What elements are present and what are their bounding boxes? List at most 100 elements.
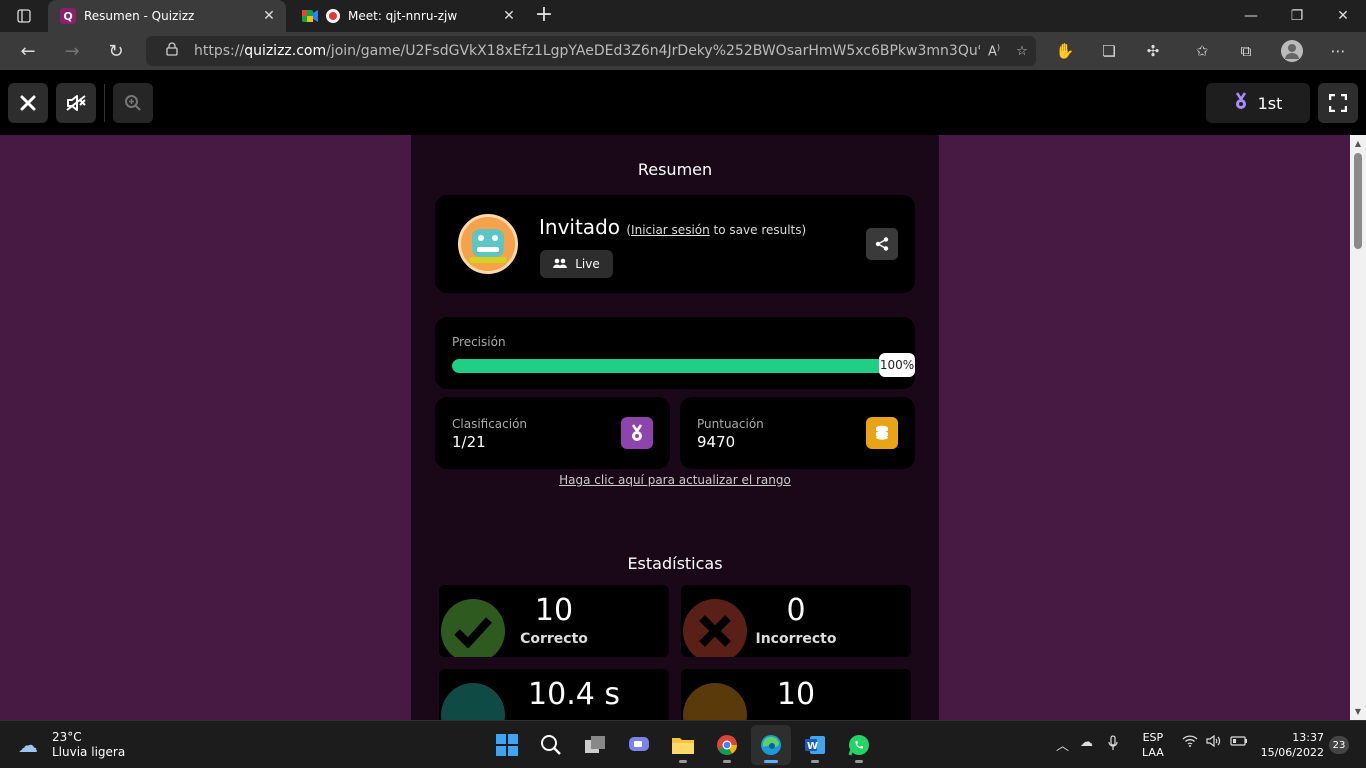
accuracy-card: Precisión 100% [435, 317, 915, 389]
start-icon[interactable] [487, 725, 527, 765]
search-icon[interactable] [531, 725, 571, 765]
share-icon [875, 237, 889, 251]
wifi-icon[interactable] [1182, 735, 1198, 751]
more-menu-icon[interactable]: ⋯ [1325, 39, 1351, 63]
read-aloud-icon[interactable]: A) [980, 43, 1008, 59]
accuracy-bar [452, 359, 899, 373]
tab-quizizz[interactable]: Q Resumen - Quizizz ✕ [48, 0, 286, 32]
login-prompt: (Iniciar sesión to save results) [626, 223, 807, 237]
word-icon[interactable]: W [795, 725, 835, 765]
rank-title: Clasificación [452, 417, 528, 431]
stat-label: Correcto [520, 631, 588, 647]
whatsapp-icon[interactable] [839, 725, 879, 765]
volume-icon[interactable] [1206, 734, 1222, 751]
meet-favicon-icon [302, 8, 318, 24]
chrome-icon[interactable] [707, 725, 747, 765]
tab-meet[interactable]: Meet: qjt-nnru-zjw ✕ [290, 0, 526, 32]
tab-actions-icon[interactable] [10, 6, 38, 26]
accuracy-value: 100% [879, 353, 915, 377]
score-title: Puntuación [697, 417, 764, 431]
close-quiz-button[interactable] [8, 83, 48, 123]
avatar [458, 214, 518, 274]
rain-cloud-icon: ☁ [18, 733, 38, 757]
collections-icon[interactable]: ⧉ [1233, 39, 1259, 63]
show-hidden-icons[interactable]: ︿ [1056, 735, 1069, 754]
group-icon [553, 258, 568, 271]
summary-title: Resumen [637, 160, 713, 179]
scroll-thumb[interactable] [1354, 153, 1362, 249]
stat-value: 10.4 s [528, 677, 620, 712]
player-card: Invitado (Iniciar sesión to save results… [435, 195, 915, 293]
scroll-up-icon[interactable]: ▲ [1350, 139, 1366, 148]
score-card: Puntuación 9470 [680, 397, 915, 469]
refresh-icon[interactable]: ↻ [102, 38, 130, 64]
scroll-down-icon[interactable]: ▼ [1350, 707, 1366, 716]
extension-hand-icon[interactable]: ✋ [1052, 39, 1078, 63]
share-button[interactable] [866, 228, 898, 260]
lock-icon[interactable] [162, 42, 182, 60]
close-window-icon[interactable]: ✕ [1320, 0, 1366, 32]
stat-label: Incorrecto [755, 631, 837, 647]
cross-icon [683, 599, 747, 657]
tab-close-icon[interactable]: ✕ [500, 8, 518, 24]
clock-time: 13:37 [1292, 731, 1324, 744]
fullscreen-icon[interactable] [1318, 83, 1358, 123]
profile-avatar-icon[interactable] [1279, 39, 1305, 63]
minimize-icon[interactable]: — [1228, 0, 1274, 32]
tab-close-icon[interactable]: ✕ [260, 8, 278, 24]
stat-value: 10 [776, 677, 816, 712]
medal-icon [1234, 92, 1248, 114]
weather-widget[interactable]: ☁ 23°C Lluvia ligera [18, 730, 125, 760]
task-view-icon[interactable] [575, 725, 615, 765]
mode-label: Live [575, 257, 600, 271]
recording-icon [326, 9, 340, 23]
browser-nav-bar: ← → ↻ https://quizizz.com/join/game/U2Fs… [0, 32, 1366, 70]
battery-icon[interactable] [1230, 735, 1248, 750]
login-link[interactable]: Iniciar sesión [631, 223, 710, 237]
teams-chat-icon[interactable] [619, 725, 659, 765]
summary-panel: Resumen Invitado (Iniciar sesión to save… [411, 135, 939, 720]
accuracy-label: Precisión [452, 335, 506, 349]
extensions-puzzle-icon[interactable]: ✣ [1140, 39, 1166, 63]
stat-value: 0 [786, 593, 806, 628]
flame-icon [683, 683, 747, 720]
stat-time: 10.4 s [439, 669, 669, 720]
address-bar[interactable]: https://quizizz.com/join/game/U2FsdGVkX1… [146, 36, 1036, 66]
score-value: 9470 [697, 433, 736, 451]
quiz-top-bar: 1st [0, 70, 1366, 135]
add-favorite-icon[interactable]: ☆ [1008, 44, 1036, 59]
forward-icon[interactable]: → [58, 38, 86, 64]
rank-card: Clasificación 1/21 [435, 397, 670, 469]
zoom-icon[interactable] [113, 83, 153, 123]
rank-label: 1st [1257, 93, 1283, 113]
stopwatch-icon [441, 683, 505, 720]
toolbar-divider [104, 84, 105, 122]
player-name: Invitado [539, 215, 620, 239]
page-scrollbar[interactable]: ▲ ▼ [1350, 135, 1366, 720]
notification-badge[interactable]: 23 [1329, 736, 1349, 754]
edge-icon[interactable] [751, 725, 791, 765]
stat-value: 10 [534, 593, 574, 628]
coins-icon [866, 417, 898, 449]
microphone-icon[interactable] [1108, 735, 1118, 755]
clock-date: 15/06/2022 [1260, 746, 1324, 759]
rank-value: 1/21 [452, 433, 486, 451]
mute-sound-icon[interactable] [56, 83, 96, 123]
refresh-rank-link[interactable]: Haga clic aquí para actualizar el rango [411, 473, 939, 487]
browser-tab-bar: Q Resumen - Quizizz ✕ Meet: qjt-nnru-zjw… [0, 0, 1366, 32]
maximize-icon[interactable]: ❐ [1274, 0, 1320, 32]
url-text[interactable]: https://quizizz.com/join/game/U2FsdGVkX1… [194, 43, 980, 59]
weather-description: Lluvia ligera [52, 745, 126, 759]
new-tab-button[interactable]: + [534, 4, 554, 28]
back-icon[interactable]: ← [14, 38, 42, 64]
input-language[interactable]: ESP LAA [1142, 730, 1164, 760]
tab-title: Resumen - Quizizz [84, 9, 195, 23]
onedrive-icon[interactable]: ☁ [1080, 735, 1093, 750]
system-clock[interactable]: 13:37 15/06/2022 [1258, 730, 1324, 760]
rank-indicator: 1st [1206, 83, 1310, 123]
extension-copy-icon[interactable]: ❏ [1096, 39, 1122, 63]
stat-incorrect: 0 Incorrecto [681, 585, 911, 657]
checkmark-icon [441, 599, 505, 657]
file-explorer-icon[interactable] [663, 725, 703, 765]
favorites-icon[interactable]: ✩ [1189, 39, 1215, 63]
